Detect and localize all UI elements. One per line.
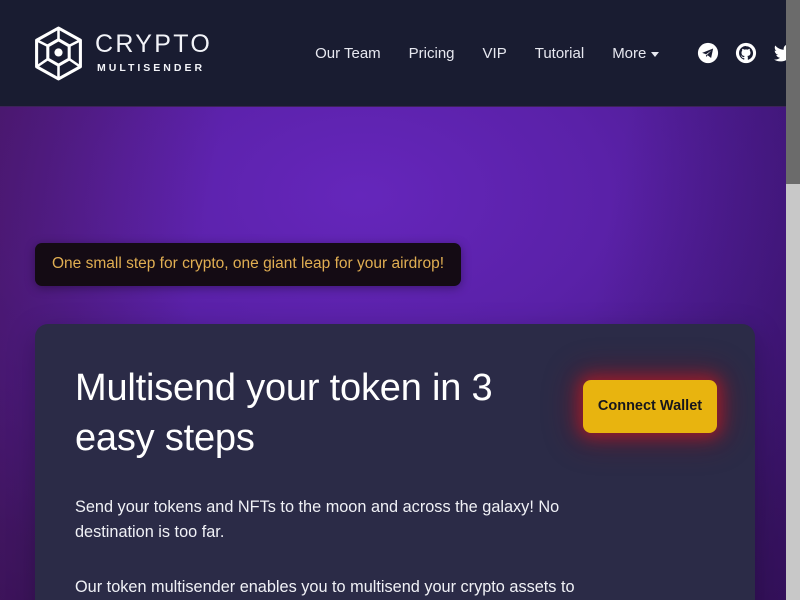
page-title: Multisend your token in 3 easy steps: [75, 367, 493, 459]
hero-card: Multisend your token in 3 easy steps Con…: [35, 324, 755, 600]
github-link[interactable]: [735, 42, 757, 64]
hero-body-paragraph: Our token multisender enables you to mul…: [75, 575, 603, 600]
hero-card-content: Multisend your token in 3 easy steps Con…: [35, 364, 755, 600]
telegram-icon: [698, 42, 719, 64]
body-text-part1: Our token multisender enables you to mul…: [75, 578, 575, 596]
hexagon-cube-logo-icon: [35, 26, 82, 80]
connect-wallet-button[interactable]: Connect Wallet: [583, 380, 717, 433]
nav-label: Pricing: [408, 44, 455, 62]
brand-text: CRYPTO MULTISENDER: [95, 32, 212, 74]
hero-lead-paragraph: Send your tokens and NFTs to the moon an…: [75, 497, 560, 542]
brand-name-secondary: MULTISENDER: [97, 62, 206, 75]
nav-item-pricing[interactable]: Pricing: [409, 45, 455, 62]
site-header: CRYPTO MULTISENDER Our Team Pricing VIP …: [0, 0, 786, 107]
page-scrollbar[interactable]: [786, 0, 800, 600]
main-navigation: Our Team Pricing VIP Tutorial More: [315, 44, 660, 62]
twitter-link[interactable]: [773, 42, 786, 64]
announcement-banner: One small step for crypto, one giant lea…: [35, 243, 462, 286]
brand-name-primary: CRYPTO: [95, 30, 213, 59]
nav-label: Our Team: [315, 44, 381, 62]
nav-label: Tutorial: [534, 44, 585, 62]
browser-viewport: CRYPTO MULTISENDER Our Team Pricing VIP …: [0, 0, 786, 600]
nav-item-tutorial[interactable]: Tutorial: [535, 45, 584, 62]
scrollbar-thumb[interactable]: [786, 0, 800, 184]
hero-section: One small step for crypto, one giant lea…: [0, 107, 786, 600]
telegram-link[interactable]: [697, 42, 719, 64]
chevron-down-icon: [651, 51, 660, 57]
social-links: [697, 42, 786, 64]
brand-logo-link[interactable]: CRYPTO MULTISENDER: [33, 26, 212, 81]
nav-item-more[interactable]: More: [612, 44, 660, 62]
nav-item-our-team[interactable]: Our Team: [315, 45, 381, 62]
nav-item-vip[interactable]: VIP: [483, 45, 507, 62]
github-icon: [736, 42, 757, 64]
nav-label: More: [612, 44, 647, 62]
twitter-icon: [774, 45, 786, 62]
page-root: CRYPTO MULTISENDER Our Team Pricing VIP …: [0, 0, 800, 600]
nav-label: VIP: [482, 44, 507, 62]
